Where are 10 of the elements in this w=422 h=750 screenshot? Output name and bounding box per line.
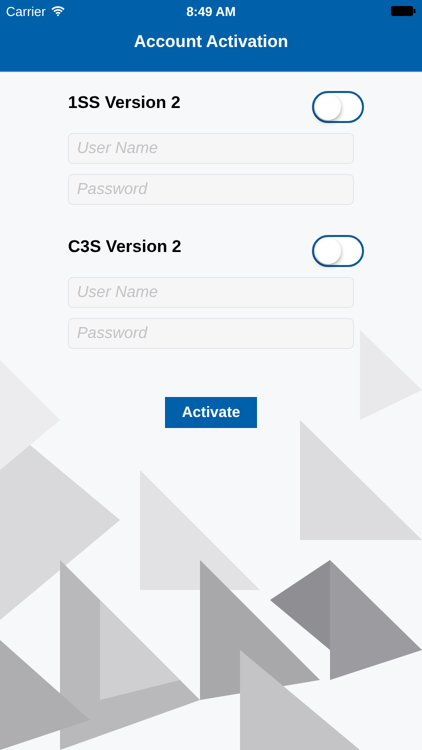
carrier-label: Carrier xyxy=(6,4,46,18)
toggle-switch[interactable] xyxy=(312,235,364,267)
activate-button[interactable]: Activate xyxy=(165,397,257,428)
window-title: Account Activation xyxy=(134,32,288,52)
wifi-icon xyxy=(50,6,65,16)
time-label: 8:49 AM xyxy=(186,4,236,18)
battery-icon xyxy=(391,6,416,16)
section-title: 1SS Version 2 xyxy=(68,93,180,113)
section-title: C3S Version 2 xyxy=(68,237,182,257)
toggle-switch[interactable] xyxy=(312,91,364,123)
